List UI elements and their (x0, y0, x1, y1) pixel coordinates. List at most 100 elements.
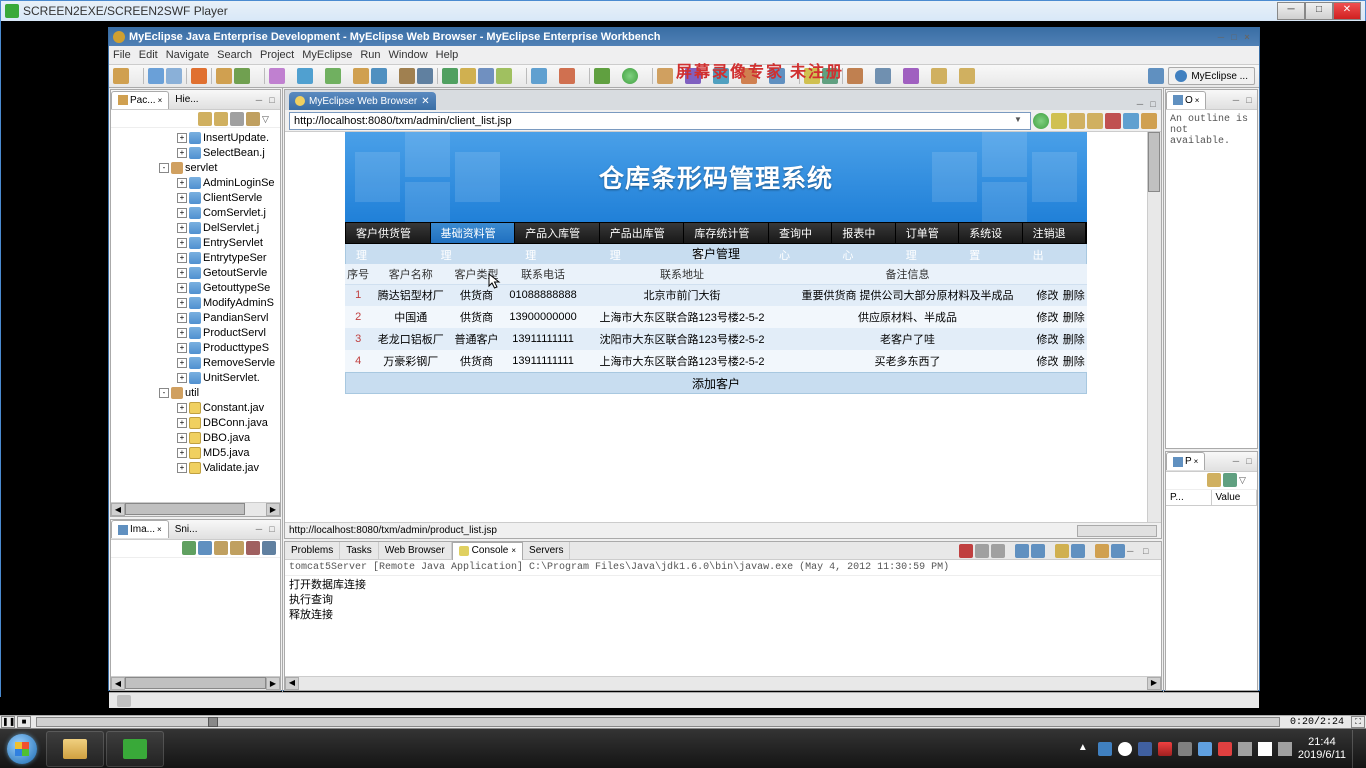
maximize-icon[interactable]: □ (266, 94, 278, 106)
tree-item[interactable]: +ModifyAdminS (111, 295, 280, 310)
dropdown-icon[interactable] (315, 74, 323, 78)
dropdown-icon[interactable] (921, 74, 929, 78)
tab-package-explorer[interactable]: Pac...× (111, 91, 169, 109)
back-icon[interactable] (198, 112, 212, 126)
tree-item[interactable]: +DBO.java (111, 430, 280, 445)
dropdown-icon[interactable] (549, 74, 557, 78)
seek-thumb[interactable] (208, 717, 218, 727)
minimize-icon[interactable]: ─ (1230, 455, 1242, 467)
run-icon[interactable] (622, 68, 638, 84)
tool-icon[interactable] (191, 68, 207, 84)
nav-item[interactable]: 注销退出 (1023, 223, 1086, 243)
tool-icon[interactable] (417, 68, 433, 84)
tray-icon[interactable] (1118, 742, 1132, 756)
minimize-button[interactable]: ─ (1277, 2, 1305, 20)
nav-item[interactable]: 报表中心 (832, 223, 895, 243)
tool-icon[interactable] (460, 68, 476, 84)
delete-link[interactable]: 删除 (1063, 334, 1085, 346)
tab-problems[interactable]: Problems (285, 542, 340, 560)
menu-myeclipse[interactable]: MyEclipse (302, 49, 352, 61)
dropdown-icon[interactable] (640, 74, 648, 78)
task-explorer[interactable] (46, 731, 104, 767)
nav-item[interactable]: 客户供货管理 (346, 223, 431, 243)
menu-help[interactable]: Help (436, 49, 459, 61)
tree-item[interactable]: +PandianServl (111, 310, 280, 325)
tray-icon[interactable] (1158, 742, 1172, 756)
fullscreen-button[interactable]: ⛶ (1351, 716, 1365, 728)
tool-icon[interactable] (297, 68, 313, 84)
tree-item[interactable]: +MD5.java (111, 445, 280, 460)
tree-item[interactable]: +ClientServle (111, 190, 280, 205)
remove-icon[interactable] (975, 544, 989, 558)
go-icon[interactable] (1033, 113, 1049, 129)
dropdown-icon[interactable] (343, 74, 351, 78)
delete-link[interactable]: 删除 (1063, 290, 1085, 302)
tree-item[interactable]: +ProductServl (111, 325, 280, 340)
horizontal-scrollbar[interactable]: ◀▶ (111, 676, 280, 690)
dropdown-icon[interactable] (865, 74, 873, 78)
new-console-icon[interactable] (1111, 544, 1125, 558)
refresh-icon[interactable] (182, 541, 196, 555)
dropdown-icon[interactable] (612, 74, 620, 78)
tray-icon[interactable] (1198, 742, 1212, 756)
forward-icon[interactable] (214, 112, 228, 126)
tab-web-browser[interactable]: MyEclipse Web Browser ✕ (289, 92, 436, 110)
tree-item[interactable]: +GetouttypeSe (111, 280, 280, 295)
pause-button[interactable]: ❚❚ (1, 716, 15, 728)
new-icon[interactable] (113, 68, 129, 84)
minimize-icon[interactable]: ─ (253, 523, 265, 535)
favorite-icon[interactable] (1051, 113, 1067, 129)
task-player[interactable] (106, 731, 164, 767)
tool-icon[interactable] (657, 68, 673, 84)
tool-icon[interactable] (399, 68, 415, 84)
minimize-icon[interactable]: ─ (1134, 98, 1146, 110)
close-tab-icon[interactable]: ✕ (421, 96, 429, 107)
debug-icon[interactable] (594, 68, 610, 84)
tree-item[interactable]: +Constant.jav (111, 400, 280, 415)
ide-close-button[interactable]: × (1241, 31, 1253, 43)
tray-icon[interactable] (1178, 742, 1192, 756)
home-icon[interactable] (1141, 113, 1157, 129)
seek-bar[interactable] (36, 717, 1280, 727)
start-button[interactable] (0, 730, 44, 768)
add-client-button[interactable]: 添加客户 (345, 372, 1087, 394)
menu-dropdown-icon[interactable]: ▽ (262, 112, 276, 126)
console-scrollbar[interactable]: ◀ ▶ (285, 676, 1161, 690)
maximize-icon[interactable]: □ (266, 523, 278, 535)
refresh-icon[interactable] (1123, 113, 1139, 129)
pin-icon[interactable] (1055, 544, 1069, 558)
tab-web-browser[interactable]: Web Browser (379, 542, 452, 560)
horizontal-scrollbar[interactable]: ◀▶ (111, 502, 280, 516)
forward-icon[interactable] (959, 68, 975, 84)
delete-link[interactable]: 删除 (1063, 356, 1085, 368)
delete-icon[interactable] (246, 541, 260, 555)
collapse-icon[interactable] (230, 112, 244, 126)
minimize-icon[interactable]: ─ (1127, 544, 1141, 558)
edit-link[interactable]: 修改 (1036, 312, 1058, 324)
tab-outline[interactable]: O× (1166, 91, 1206, 109)
network-icon[interactable] (1238, 742, 1252, 756)
url-input[interactable]: http://localhost:8080/txm/admin/client_l… (289, 112, 1031, 130)
stop-icon[interactable] (1105, 113, 1121, 129)
vertical-scrollbar[interactable] (1147, 132, 1161, 522)
dropdown-icon[interactable] (893, 74, 901, 78)
tree-item[interactable]: +DelServlet.j (111, 220, 280, 235)
tab-hierarchy[interactable]: Hie... (169, 91, 204, 109)
tree-item[interactable]: +GetoutServle (111, 265, 280, 280)
tray-icon[interactable] (1138, 742, 1152, 756)
tool-icon[interactable] (371, 68, 387, 84)
maximize-icon[interactable]: □ (1147, 98, 1159, 110)
delete-link[interactable]: 删除 (1063, 312, 1085, 324)
link-icon[interactable] (246, 112, 260, 126)
tab-image[interactable]: Ima...× (111, 520, 169, 538)
edit-link[interactable]: 修改 (1036, 290, 1058, 302)
tree-item[interactable]: -servlet (111, 160, 280, 175)
edit-link[interactable]: 修改 (1036, 356, 1058, 368)
tool-icon[interactable] (559, 68, 575, 84)
tray-icon[interactable] (1098, 742, 1112, 756)
maximize-icon[interactable]: □ (1243, 455, 1255, 467)
tool-icon[interactable] (234, 68, 250, 84)
tool-icon[interactable] (262, 541, 276, 555)
zoom-in-icon[interactable] (214, 541, 228, 555)
show-hidden-icon[interactable]: ▲ (1078, 742, 1092, 756)
